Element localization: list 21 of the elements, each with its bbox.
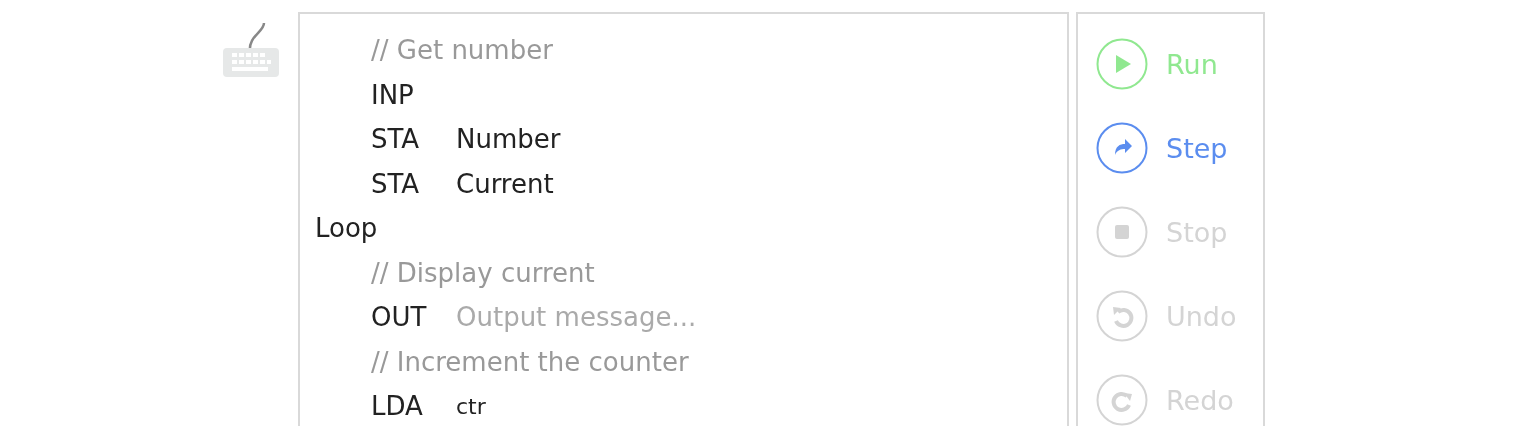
play-icon (1096, 38, 1148, 90)
opcode: STA (371, 168, 421, 199)
code-comment: // Get number (371, 35, 553, 66)
operand-placeholder: Output message... (456, 302, 697, 333)
opcode: STA (371, 124, 421, 155)
undo-icon (1096, 290, 1148, 342)
opcode: LDA (371, 391, 424, 422)
code-comment: // Display current (371, 257, 595, 288)
code-label: Loop (315, 213, 378, 244)
stop-icon (1096, 206, 1148, 258)
code-editor[interactable]: // Get number INP STA Number STA Current Loop // Display current OUT Output message... // Increment the counter LDA ctr (298, 12, 1069, 426)
run-button[interactable]: Run (1096, 38, 1263, 90)
operand: Number (456, 124, 561, 155)
operand: ctr (456, 393, 486, 419)
opcode: INP (371, 79, 415, 110)
code-comment: // Increment the counter (371, 346, 689, 377)
keyboard-icon (222, 22, 280, 78)
step-button[interactable]: Step (1096, 122, 1263, 174)
operand: Current (456, 168, 554, 199)
redo-icon (1096, 374, 1148, 426)
opcode: OUT (371, 302, 428, 333)
